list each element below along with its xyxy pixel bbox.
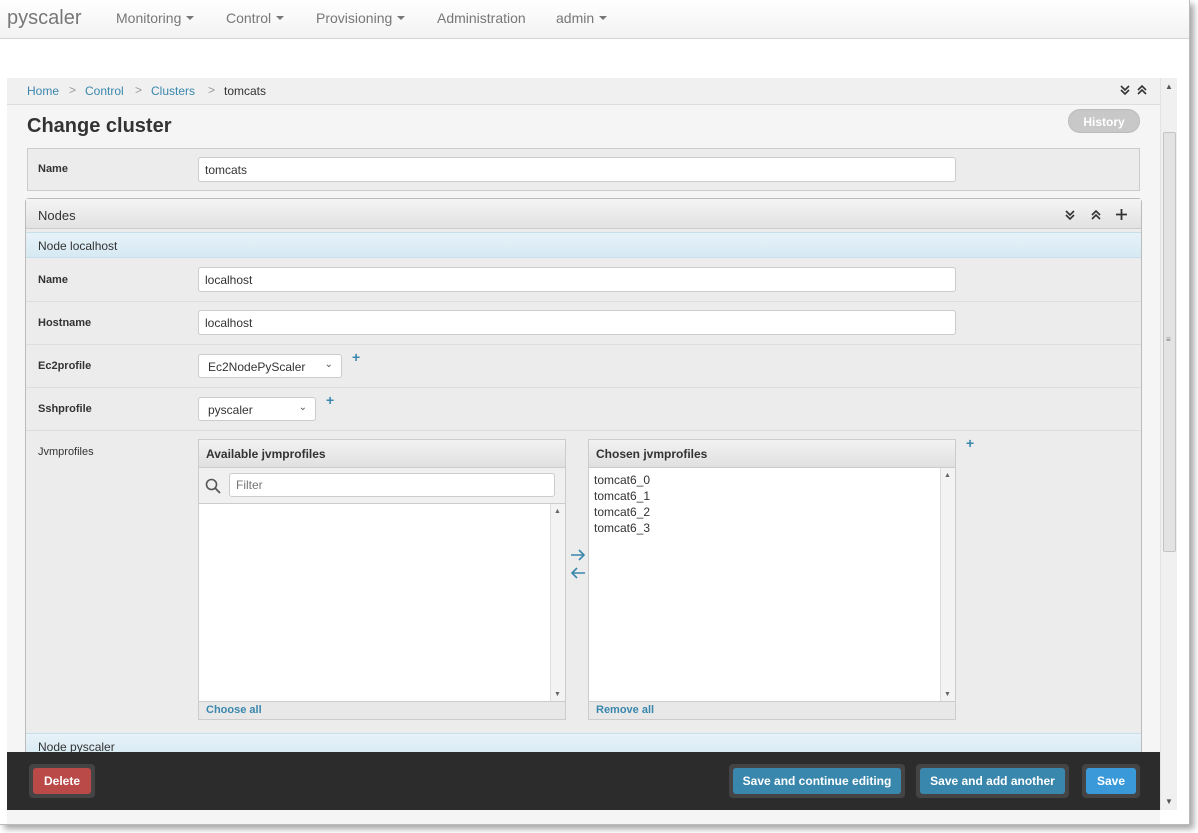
ec2profile-select[interactable]: Ec2NodePyScaler ⌄ <box>198 354 342 378</box>
hostname-label: Hostname <box>38 317 92 329</box>
chosen-item[interactable]: tomcat6_1 <box>594 489 650 503</box>
node-title: Node localhost <box>38 239 118 253</box>
expand-all-icon[interactable] <box>1136 84 1148 96</box>
choose-all-link[interactable]: Choose all <box>199 701 565 719</box>
hostname-input[interactable]: localhost <box>198 310 956 335</box>
nav-monitoring-label: Monitoring <box>116 10 182 26</box>
breadcrumb-current: tomcats <box>224 84 267 98</box>
scroll-up-icon[interactable]: ▲ <box>944 472 951 479</box>
breadcrumb-separator: > <box>135 83 143 97</box>
jvmprofiles-label: Jvmprofiles <box>38 446 94 458</box>
scroll-up-icon[interactable]: ▲ <box>1165 82 1173 91</box>
filter-input[interactable] <box>229 473 555 497</box>
caret-down-icon <box>186 16 195 21</box>
chosen-item[interactable]: tomcat6_3 <box>594 521 650 535</box>
row-divider <box>26 344 1141 345</box>
chosen-title: Chosen jvmprofiles <box>589 440 955 468</box>
nav-provisioning[interactable]: Provisioning <box>316 10 406 26</box>
available-jvmprofiles-box: Available jvmprofiles ▲ ▼ Choose all <box>198 439 566 720</box>
content-area: Home > Control > Clusters > tomcats Chan… <box>7 78 1160 824</box>
breadcrumb-control[interactable]: Control <box>85 84 124 98</box>
arrow-left-icon[interactable] <box>570 567 586 579</box>
collapse-nodes-icon[interactable] <box>1064 209 1076 221</box>
save-continue-label: Save and continue editing <box>733 768 901 794</box>
save-button[interactable]: Save <box>1082 764 1140 798</box>
ec2profile-label: Ec2profile <box>38 360 92 372</box>
breadcrumb: Home > Control > Clusters > tomcats <box>7 78 1160 105</box>
arrow-right-icon[interactable] <box>570 549 586 561</box>
cluster-fieldset: Name tomcats <box>27 148 1140 191</box>
scroll-down-icon[interactable]: ▼ <box>554 691 561 698</box>
breadcrumb-home[interactable]: Home <box>27 84 59 98</box>
breadcrumb-tools <box>1119 84 1148 99</box>
row-divider <box>26 387 1141 388</box>
save-continue-button[interactable]: Save and continue editing <box>729 764 905 798</box>
collapse-all-icon[interactable] <box>1119 84 1131 96</box>
sshprofile-select[interactable]: pyscaler ⌄ <box>198 397 316 421</box>
chosen-scrollbar[interactable]: ▲ ▼ <box>940 468 955 702</box>
save-add-button[interactable]: Save and add another <box>916 764 1069 798</box>
chosen-jvmprofiles-box: Chosen jvmprofiles tomcat6_0 tomcat6_1 t… <box>588 439 956 720</box>
node-name-label: Name <box>38 274 68 286</box>
top-navbar: pyscaler Monitoring Control Provisioning… <box>0 0 1189 39</box>
add-node-icon[interactable] <box>1115 208 1128 221</box>
breadcrumb-separator: > <box>208 83 216 97</box>
nav-provisioning-label: Provisioning <box>316 10 393 26</box>
scroll-down-icon[interactable]: ▼ <box>944 691 951 698</box>
chevron-down-icon: ⌄ <box>298 402 307 413</box>
page-title: Change cluster <box>27 115 172 137</box>
available-title: Available jvmprofiles <box>199 440 565 468</box>
page-scrollbar[interactable]: ▲ ≡ ▼ <box>1160 78 1177 810</box>
caret-down-icon <box>276 16 285 21</box>
add-ec2profile-icon[interactable]: + <box>352 349 360 365</box>
nav-admin-user[interactable]: admin <box>556 10 608 26</box>
filter-row <box>199 468 565 504</box>
node-header[interactable]: Node localhost <box>26 232 1141 258</box>
row-divider <box>26 430 1141 431</box>
nodes-inline-group: Nodes Node localhost Name localhost Host… <box>25 198 1142 759</box>
add-jvmprofile-icon[interactable]: + <box>966 435 974 451</box>
chosen-list[interactable]: tomcat6_0 tomcat6_1 tomcat6_2 tomcat6_3 <box>589 468 941 702</box>
nodes-title: Nodes <box>38 208 76 223</box>
row-divider <box>26 301 1141 302</box>
scroll-up-icon[interactable]: ▲ <box>554 508 561 515</box>
grip-icon: ≡ <box>1166 335 1171 344</box>
submit-row: Delete Save and continue editing Save an… <box>7 752 1160 810</box>
scroll-thumb[interactable]: ≡ <box>1163 132 1176 552</box>
cluster-name-label: Name <box>38 163 68 175</box>
save-label: Save <box>1086 768 1136 794</box>
sshprofile-value: pyscaler <box>208 403 253 417</box>
nav-monitoring[interactable]: Monitoring <box>116 10 195 26</box>
nav-control-label: Control <box>226 10 272 26</box>
caret-down-icon <box>397 16 406 21</box>
scroll-down-icon[interactable]: ▼ <box>1165 797 1173 806</box>
ec2profile-value: Ec2NodePyScaler <box>208 360 306 374</box>
breadcrumb-clusters[interactable]: Clusters <box>151 84 195 98</box>
remove-all-link[interactable]: Remove all <box>589 701 955 719</box>
chevron-down-icon: ⌄ <box>324 359 333 370</box>
nav-control[interactable]: Control <box>226 10 285 26</box>
breadcrumb-separator: > <box>69 83 77 97</box>
chosen-item[interactable]: tomcat6_0 <box>594 473 650 487</box>
delete-button[interactable]: Delete <box>29 764 95 798</box>
brand-logo[interactable]: pyscaler <box>7 7 81 30</box>
nav-administration[interactable]: Administration <box>437 10 526 26</box>
node-name-input[interactable]: localhost <box>198 267 956 292</box>
add-sshprofile-icon[interactable]: + <box>326 392 334 408</box>
history-button[interactable]: History <box>1068 109 1140 133</box>
browser-window: pyscaler Monitoring Control Provisioning… <box>0 0 1190 825</box>
nav-administration-label: Administration <box>437 10 526 26</box>
search-icon <box>205 478 221 494</box>
expand-nodes-icon[interactable] <box>1090 209 1102 221</box>
chosen-item[interactable]: tomcat6_2 <box>594 505 650 519</box>
cluster-name-input[interactable]: tomcats <box>198 157 956 182</box>
available-scrollbar[interactable]: ▲ ▼ <box>550 504 565 702</box>
nav-admin-label: admin <box>556 10 595 26</box>
sshprofile-label: Sshprofile <box>38 403 92 415</box>
save-add-label: Save and add another <box>920 768 1065 794</box>
delete-label: Delete <box>33 768 91 794</box>
caret-down-icon <box>599 16 608 21</box>
nodes-header: Nodes <box>26 199 1141 229</box>
